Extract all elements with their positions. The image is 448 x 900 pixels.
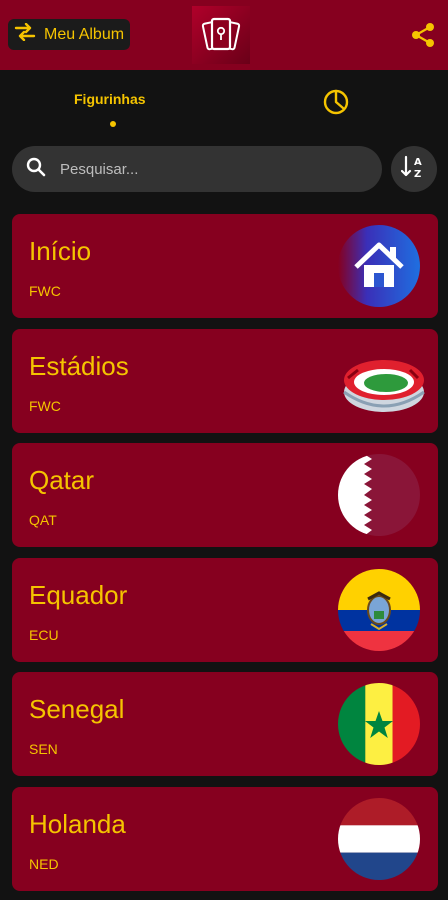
search-icon	[26, 157, 46, 182]
ecuador-flag	[338, 568, 420, 651]
section-code: FWC	[29, 283, 61, 299]
active-tab-indicator	[110, 121, 116, 127]
section-name: Holanda	[29, 808, 126, 839]
section-name: Qatar	[29, 465, 95, 495]
section-name: Estádios	[29, 350, 129, 381]
list-item-equador[interactable]: Equador ECU	[12, 557, 438, 662]
app-header: Meu Album	[0, 0, 448, 70]
home-icon	[338, 225, 420, 307]
list-item-senegal[interactable]: Senegal SEN	[12, 672, 438, 776]
senegal-flag	[338, 683, 420, 765]
section-list: Início FWC Estádios FWC Qatar QAT Equado…	[12, 214, 438, 900]
my-album-label: Meu Album	[44, 25, 125, 43]
list-item-qatar[interactable]: Qatar QAT	[12, 443, 438, 547]
qatar-flag	[338, 454, 420, 536]
section-name: Senegal	[29, 694, 125, 724]
svg-text:Z: Z	[414, 169, 421, 180]
section-name: Início	[29, 236, 92, 266]
tab-bar: Figurinhas	[0, 70, 448, 130]
sort-az-icon: A Z	[400, 154, 427, 185]
sticker-album-logo	[192, 6, 250, 64]
list-item-holanda[interactable]: Holanda NED	[12, 786, 438, 891]
list-item-estadios[interactable]: Estádios FWC	[12, 328, 438, 433]
section-code: QAT	[29, 512, 57, 528]
section-name: Equador	[29, 579, 128, 610]
section-code: NED	[29, 855, 59, 872]
search-bar	[12, 146, 382, 192]
pie-chart-icon[interactable]	[322, 88, 350, 116]
tab-stickers[interactable]: Figurinhas	[74, 91, 146, 107]
swap-arrows-icon	[14, 22, 36, 46]
my-album-button[interactable]: Meu Album	[8, 19, 130, 50]
sort-button[interactable]: A Z	[391, 146, 437, 192]
stadium-icon	[334, 340, 428, 422]
section-code: FWC	[29, 397, 61, 414]
section-code: SEN	[29, 741, 58, 757]
netherlands-flag	[338, 797, 420, 880]
list-item-inicio[interactable]: Início FWC	[12, 214, 438, 318]
svg-text:A: A	[414, 157, 422, 168]
search-input[interactable]	[60, 160, 340, 178]
share-icon[interactable]	[410, 22, 436, 48]
section-code: ECU	[29, 626, 59, 643]
